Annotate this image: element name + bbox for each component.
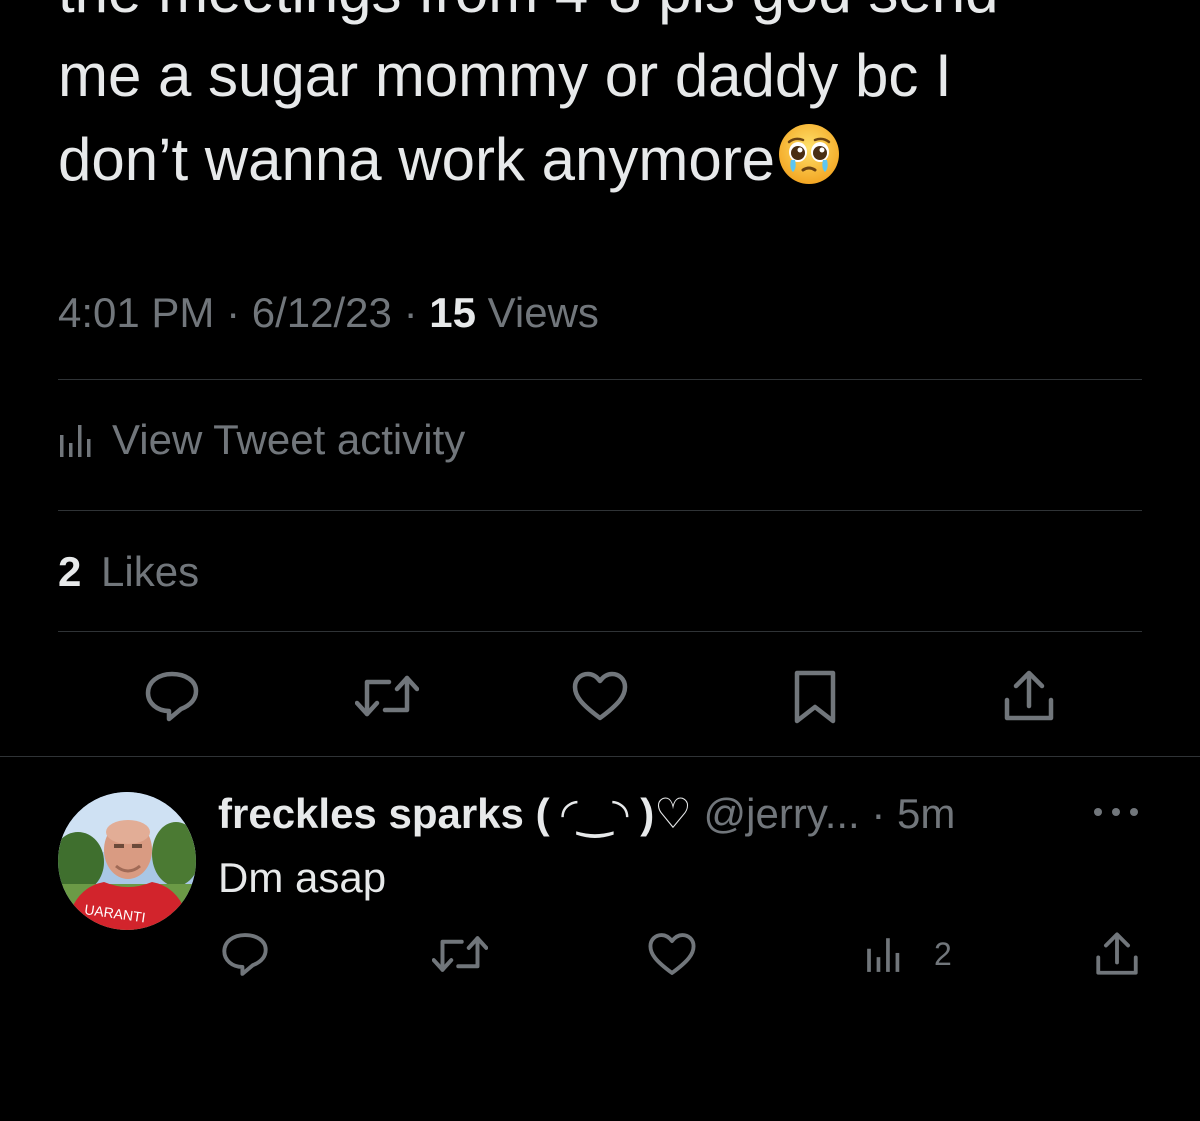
bookmark-icon — [794, 670, 836, 724]
likes-summary[interactable]: 2 Likes — [58, 544, 199, 600]
tweet-meta: 4:01 PM · 6/12/23 · 15 Views — [58, 286, 599, 340]
reply-views-button[interactable] — [862, 930, 906, 978]
reply-header: freckles sparks ( ◜‿◝ )♡ @jerry... · 5m — [218, 786, 955, 842]
divider — [58, 631, 1142, 632]
tweet-text-line: me a sugar mommy or daddy bc I — [58, 42, 952, 109]
divider — [58, 510, 1142, 511]
more-dot — [1094, 808, 1102, 816]
reply-handle[interactable]: @jerry... — [704, 790, 860, 837]
reply-reply-button[interactable] — [218, 928, 272, 980]
meta-separator: · — [226, 289, 241, 336]
tweet-text-line: don’t wanna work anymore — [58, 118, 1158, 202]
likes-count: 2 — [58, 548, 82, 595]
tweet-text-line: the meetings from 4-8 pls god send — [58, 0, 1158, 34]
reply-retweet-button[interactable] — [430, 928, 490, 980]
reply-button[interactable] — [140, 666, 204, 726]
retweet-icon — [355, 675, 419, 717]
retweet-button[interactable] — [354, 666, 420, 726]
views-icon — [867, 938, 900, 972]
reply-views-count: 2 — [934, 936, 952, 972]
like-button[interactable] — [570, 666, 630, 726]
like-icon — [572, 671, 628, 721]
reply-icon — [222, 933, 268, 976]
tweet-text-line-content: don’t wanna work anymore — [58, 126, 776, 193]
tweet-text: the meetings from 4-8 pls god send me a … — [58, 0, 1158, 202]
avatar[interactable]: UARANTI — [58, 792, 196, 930]
more-options-icon[interactable] — [1094, 804, 1138, 820]
divider — [0, 756, 1200, 757]
more-dot — [1130, 808, 1138, 816]
reply-icon — [145, 671, 199, 722]
like-icon — [648, 933, 696, 975]
view-tweet-activity-link[interactable]: View Tweet activity — [58, 410, 465, 470]
likes-label: Likes — [101, 548, 200, 595]
pleading-face-emoji-icon — [779, 124, 840, 184]
divider — [58, 379, 1142, 380]
reply-text: Dm asap — [218, 854, 387, 901]
share-button[interactable] — [1000, 666, 1058, 726]
tweet-date: 6/12/23 — [251, 289, 392, 336]
meta-separator: · — [403, 289, 418, 336]
reply-display-name[interactable]: freckles sparks ( ◜‿◝ )♡ — [218, 790, 692, 837]
view-tweet-activity-label: View Tweet activity — [112, 416, 466, 463]
views-label: Views — [487, 289, 599, 336]
reply-like-button[interactable] — [646, 928, 698, 980]
reply-share-button[interactable] — [1092, 928, 1142, 980]
views-count: 15 — [429, 289, 476, 336]
bookmark-button[interactable] — [790, 666, 840, 728]
retweet-icon — [432, 936, 488, 972]
share-icon — [1096, 932, 1138, 975]
tweet-time: 4:01 PM — [58, 289, 215, 336]
more-dot — [1112, 808, 1120, 816]
share-icon — [1004, 670, 1054, 721]
reply-time[interactable]: 5m — [897, 790, 955, 837]
avatar-image: UARANTI — [58, 792, 196, 930]
analytics-icon — [60, 425, 91, 457]
reply-separator: · — [871, 790, 886, 837]
